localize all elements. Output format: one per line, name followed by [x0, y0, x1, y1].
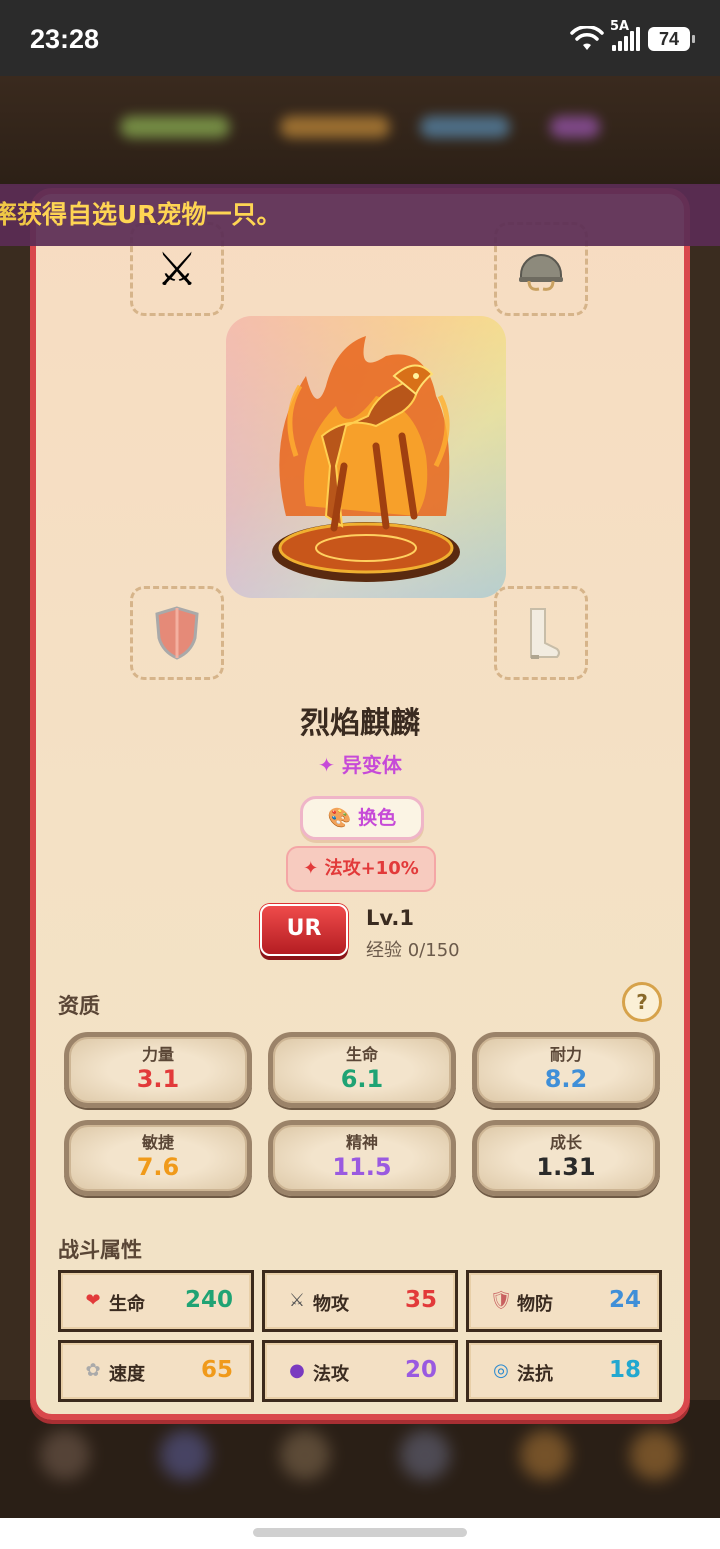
aptitude-agility: 敏捷 7.6 — [64, 1120, 252, 1196]
stat-value: 18 — [608, 1357, 641, 1383]
combat-title: 战斗属性 — [58, 1238, 142, 1262]
stat-value: 35 — [404, 1287, 437, 1313]
orb-icon: ● — [289, 1360, 305, 1381]
background-right — [690, 186, 720, 1426]
stat-value: 65 — [200, 1357, 233, 1383]
home-indicator[interactable] — [253, 1528, 467, 1537]
fire-qilin-image — [272, 336, 460, 582]
stat-value: 20 — [404, 1357, 437, 1383]
pet-name: 烈焰麒麟 — [300, 706, 420, 741]
aptitude-label: 敏捷 — [141, 1133, 174, 1152]
variant-label: ✦ 异变体 — [318, 753, 402, 777]
announcement-banner: 率获得自选UR宠物一只。 — [0, 184, 720, 246]
stat-label: 速度 — [109, 1364, 145, 1385]
crossed-swords-icon: ⚔ — [156, 242, 198, 296]
stat-value: 24 — [608, 1287, 641, 1313]
heart-icon: ❤ — [85, 1290, 101, 1311]
stat-label: 法抗 — [517, 1364, 553, 1385]
aptitude-value: 3.1 — [136, 1065, 180, 1093]
pet-exp: 经验 0/150 — [366, 940, 460, 961]
palette-icon: 🎨 — [327, 807, 352, 829]
stat-physical-attack: ⚔ 物攻 35 — [262, 1270, 458, 1332]
wind-icon: ✿ — [85, 1360, 101, 1381]
stat-physical-defense: 🛡 物防 24 — [466, 1270, 662, 1332]
aptitude-value: 6.1 — [340, 1065, 384, 1093]
aptitude-label: 精神 — [345, 1133, 378, 1152]
stat-label: 物防 — [517, 1294, 553, 1315]
boot-icon — [530, 608, 560, 659]
aptitude-value: 1.31 — [536, 1153, 596, 1181]
status-time: 23:28 — [30, 24, 100, 54]
status-icons: 5A 74 — [570, 19, 695, 52]
bonus-badge: ✦ 法攻+10% — [286, 846, 436, 892]
recolor-button[interactable]: 🎨 换色 — [300, 796, 424, 840]
aptitude-spirit: 精神 11.5 — [268, 1120, 456, 1196]
recolor-label: 换色 — [358, 807, 397, 829]
shield-icon: 🛡 — [489, 1290, 513, 1311]
stat-magic-attack: ● 法攻 20 — [262, 1340, 458, 1402]
home-indicator-bar — [0, 1518, 720, 1549]
stat-value: 240 — [184, 1287, 233, 1313]
background-top-bar — [0, 76, 720, 186]
boots-slot[interactable] — [494, 586, 588, 680]
sword-icon: ⚔ — [288, 1290, 306, 1311]
aptitude-label: 耐力 — [549, 1045, 582, 1064]
wifi-icon — [570, 26, 604, 50]
aptitude-label: 力量 — [141, 1045, 174, 1064]
aptitude-value: 11.5 — [332, 1153, 392, 1181]
aptitude-label: 生命 — [345, 1045, 378, 1064]
pet-detail-card: ⚔ 烈焰麒麟 ✦ 异变体 🎨 换色 ✦ 法攻+10% UR Lv.1 经验 0/… — [30, 188, 690, 1420]
battery-icon: 74 — [648, 27, 695, 51]
help-icon[interactable]: ? — [622, 982, 662, 1022]
aptitude-title: 资质 — [58, 994, 100, 1018]
background-left — [0, 186, 30, 1426]
status-bar: 23:28 5A 74 — [0, 0, 720, 76]
stat-label: 物攻 — [313, 1294, 349, 1315]
armor-slot[interactable] — [130, 586, 224, 680]
network-label: 5A — [610, 19, 630, 34]
aptitude-strength: 力量 3.1 — [64, 1032, 252, 1108]
stat-magic-resist: ◎ 法抗 18 — [466, 1340, 662, 1402]
aptitude-value: 8.2 — [544, 1065, 588, 1093]
rarity-badge[interactable]: UR — [260, 904, 348, 956]
aptitude-growth: 成长 1.31 — [472, 1120, 660, 1196]
swirl-icon: ◎ — [493, 1360, 509, 1381]
stat-label: 生命 — [109, 1294, 145, 1315]
shield-icon — [155, 606, 199, 660]
pet-portrait — [226, 316, 506, 598]
helmet-icon — [519, 254, 563, 291]
stat-hp: ❤ 生命 240 — [58, 1270, 254, 1332]
aptitude-health: 生命 6.1 — [268, 1032, 456, 1108]
stat-speed: ✿ 速度 65 — [58, 1340, 254, 1402]
aptitude-value: 7.6 — [136, 1153, 180, 1181]
stat-label: 法攻 — [313, 1364, 349, 1385]
signal-icon: 5A — [610, 19, 640, 51]
aptitude-label: 成长 — [549, 1133, 582, 1152]
aptitude-endurance: 耐力 8.2 — [472, 1032, 660, 1108]
pet-level: Lv.1 — [366, 906, 414, 930]
